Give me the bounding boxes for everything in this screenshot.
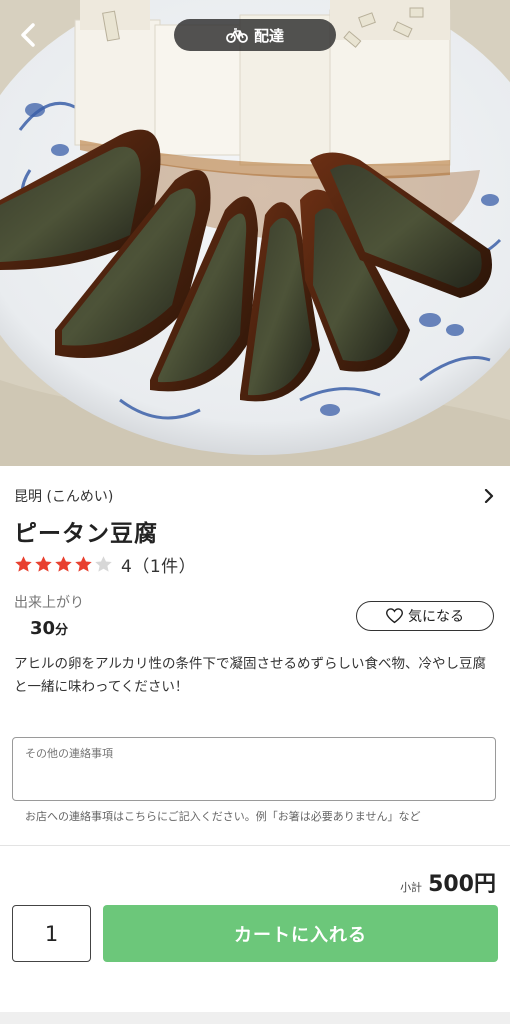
item-photo: 配達 bbox=[0, 0, 510, 466]
pidan-tofu-photo bbox=[0, 0, 510, 466]
delivery-mode-pill[interactable]: 配達 bbox=[174, 19, 336, 51]
star-empty-icon bbox=[95, 556, 112, 572]
note-help-text: お店への連絡事項はこちらにご記入ください。例「お箸は必要ありません」など bbox=[25, 810, 421, 823]
quantity-selector[interactable]: 1 bbox=[12, 905, 91, 962]
item-description: アヒルの卵をアルカリ性の条件下で凝固させるめずらしい食べ物、冷やし豆腐と一緒に味… bbox=[14, 656, 486, 695]
heart-outline-icon bbox=[386, 608, 403, 624]
prep-time-number: 30 bbox=[30, 618, 56, 639]
chevron-left-icon bbox=[21, 23, 35, 47]
item-title: ピータン豆腐 bbox=[14, 521, 158, 547]
bottom-bar bbox=[0, 1012, 510, 1024]
star-rating bbox=[14, 555, 113, 574]
bicycle-icon bbox=[226, 28, 248, 43]
shop-link[interactable]: 昆明 (こんめい) bbox=[14, 486, 496, 506]
note-input[interactable] bbox=[12, 737, 496, 801]
favorite-button[interactable]: 気になる bbox=[356, 601, 494, 631]
back-button[interactable] bbox=[14, 20, 44, 50]
star-filled-icon bbox=[75, 556, 92, 572]
star-filled-icon bbox=[15, 556, 32, 572]
subtotal-value: 500円 bbox=[428, 872, 496, 897]
rating: 4（1件） bbox=[14, 552, 196, 577]
subtotal-label: 小計 bbox=[400, 881, 423, 894]
chevron-right-icon bbox=[484, 489, 494, 503]
divider bbox=[0, 845, 510, 846]
prep-time-label: 出来上がり bbox=[14, 595, 84, 611]
favorite-label: 気になる bbox=[408, 609, 464, 625]
add-to-cart-button[interactable]: カートに入れる bbox=[103, 905, 498, 962]
prep-time-value: 30分 bbox=[30, 618, 68, 639]
shop-name: 昆明 (こんめい) bbox=[14, 489, 114, 505]
prep-time-unit: 分 bbox=[55, 623, 69, 638]
delivery-label: 配達 bbox=[253, 26, 284, 45]
star-filled-icon bbox=[35, 556, 52, 572]
star-filled-icon bbox=[55, 556, 72, 572]
subtotal: 小計 500円 bbox=[400, 866, 496, 898]
rating-text: 4（1件） bbox=[121, 557, 197, 577]
